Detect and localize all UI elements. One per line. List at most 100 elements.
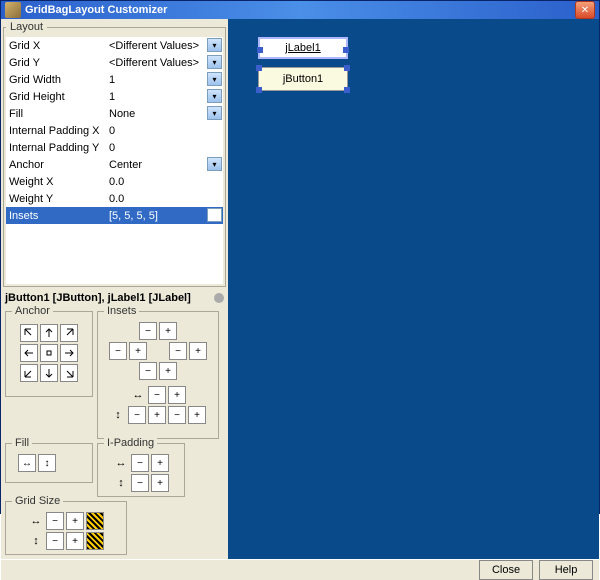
selection-text: jButton1 [JButton], jLabel1 [JLabel] (5, 292, 191, 304)
table-row[interactable]: Internal Padding Y0 (6, 139, 223, 156)
gs-v-plus-button[interactable]: + (66, 532, 84, 550)
app-icon (5, 2, 21, 18)
table-row[interactable]: Grid Y<Different Values>▾ (6, 54, 223, 71)
table-row[interactable]: Weight X0.0 (6, 173, 223, 190)
property-table: Grid X<Different Values>▾Grid Y<Differen… (6, 37, 223, 284)
insets-controls: − + − + − + − + (102, 322, 214, 424)
preview-panel: jLabel1 jButton1 (228, 19, 599, 559)
gs-v-minus-button[interactable]: − (46, 532, 64, 550)
insets-bottom-minus-button[interactable]: − (139, 362, 157, 380)
anchor-nw-button[interactable] (20, 324, 38, 342)
footer: Close Help (1, 559, 599, 580)
ipad-h-minus-button[interactable]: − (131, 454, 149, 472)
gs-v-remainder-button[interactable] (86, 532, 104, 550)
anchor-sw-button[interactable] (20, 364, 38, 382)
fill-horizontal-button[interactable]: ↔ (18, 454, 36, 472)
content: Layout Grid X<Different Values>▾Grid Y<D… (1, 19, 599, 559)
prop-name: Weight X (6, 173, 106, 190)
insets-left-minus-button[interactable]: − (109, 342, 127, 360)
anchor-e-button[interactable] (60, 344, 78, 362)
gridsize-group: Grid Size ↔ − + ↕ − + (5, 501, 127, 555)
prop-value[interactable]: None▾ (106, 105, 223, 122)
table-row[interactable]: AnchorCenter▾ (6, 156, 223, 173)
insets-top-minus-button[interactable]: − (139, 322, 157, 340)
prop-value[interactable]: <Different Values>▾ (106, 54, 223, 71)
gridsize-row2: ↕ − + (28, 532, 104, 550)
ipad-v-minus-button[interactable]: − (131, 474, 149, 492)
insets-bottom-plus-button[interactable]: + (159, 362, 177, 380)
chevron-down-icon[interactable]: ▾ (207, 72, 222, 86)
prop-name: Insets (6, 207, 106, 224)
table-row[interactable]: Grid X<Different Values>▾ (6, 37, 223, 54)
anchor-n-button[interactable] (40, 324, 58, 342)
insets-right-minus-button[interactable]: − (169, 342, 187, 360)
insets-h-minus-button[interactable]: − (148, 386, 166, 404)
prop-value[interactable]: [5, 5, 5, 5]… (106, 207, 223, 224)
chevron-down-icon[interactable]: ▾ (207, 157, 222, 171)
insets-h-plus-button[interactable]: + (168, 386, 186, 404)
table-row[interactable]: Insets[5, 5, 5, 5]… (6, 207, 223, 224)
insets-all-minus-button[interactable]: − (168, 406, 186, 424)
prop-value[interactable]: 0 (106, 122, 223, 139)
chevron-down-icon[interactable]: ▾ (207, 89, 222, 103)
chevron-down-icon[interactable]: ▾ (207, 38, 222, 52)
prop-value[interactable]: <Different Values>▾ (106, 37, 223, 54)
close-icon[interactable]: ✕ (575, 1, 595, 19)
prop-value[interactable]: Center▾ (106, 156, 223, 173)
prop-value[interactable]: 1▾ (106, 88, 223, 105)
controls-area: Anchor Insets (1, 307, 228, 559)
preview-jlabel[interactable]: jLabel1 (258, 37, 348, 59)
titlebar: GridBagLayout Customizer ✕ (1, 1, 599, 19)
table-row[interactable]: Internal Padding X0 (6, 122, 223, 139)
insets-bottom-row: − + (139, 362, 177, 380)
insets-top-plus-button[interactable]: + (159, 322, 177, 340)
fill-vertical-button[interactable]: ↕ (38, 454, 56, 472)
prop-name: Internal Padding X (6, 122, 106, 139)
ipad-varrow-icon: ↕ (113, 476, 129, 490)
preview-jbutton[interactable]: jButton1 (258, 67, 348, 91)
chevron-down-icon[interactable]: ▾ (207, 106, 222, 120)
ipadding-group: I-Padding ↔ − + ↕ − + (97, 443, 185, 497)
gs-h-minus-button[interactable]: − (46, 512, 64, 530)
ipadding-row1: ↔ − + (113, 454, 169, 472)
left-panel: Layout Grid X<Different Values>▾Grid Y<D… (1, 19, 228, 559)
insets-v-minus-button[interactable]: − (128, 406, 146, 424)
chevron-down-icon[interactable]: ▾ (207, 55, 222, 69)
insets-title: Insets (104, 305, 139, 317)
anchor-s-button[interactable] (40, 364, 58, 382)
help-button[interactable]: Help (539, 560, 593, 580)
gs-h-plus-button[interactable]: + (66, 512, 84, 530)
ellipsis-icon[interactable]: … (207, 208, 222, 222)
prop-name: Grid Width (6, 71, 106, 88)
prop-name: Anchor (6, 156, 106, 173)
anchor-ne-button[interactable] (60, 324, 78, 342)
insets-all-plus-button[interactable]: + (188, 406, 206, 424)
prop-value[interactable]: 1▾ (106, 71, 223, 88)
fill-group: Fill ↔ ↕ (5, 443, 93, 483)
insets-right-plus-button[interactable]: + (189, 342, 207, 360)
preview-jlabel-text: jLabel1 (285, 42, 320, 54)
insets-v-plus-button[interactable]: + (148, 406, 166, 424)
prop-name: Internal Padding Y (6, 139, 106, 156)
table-row[interactable]: Weight Y0.0 (6, 190, 223, 207)
table-row[interactable]: Grid Width1▾ (6, 71, 223, 88)
anchor-title: Anchor (12, 305, 53, 317)
close-button[interactable]: Close (479, 560, 533, 580)
insets-left-plus-button[interactable]: + (129, 342, 147, 360)
gs-varrow-icon: ↕ (28, 534, 44, 548)
insets-both-row: ↔ − + (130, 386, 186, 404)
insets-all-row1: ↕ − + − + (110, 406, 206, 424)
anchor-w-button[interactable] (20, 344, 38, 362)
prop-value[interactable]: 0 (106, 139, 223, 156)
prop-value[interactable]: 0.0 (106, 190, 223, 207)
anchor-se-button[interactable] (60, 364, 78, 382)
ipad-h-plus-button[interactable]: + (151, 454, 169, 472)
table-row[interactable]: FillNone▾ (6, 105, 223, 122)
anchor-c-button[interactable] (40, 344, 58, 362)
prop-name: Grid Height (6, 88, 106, 105)
prop-value[interactable]: 0.0 (106, 173, 223, 190)
ipad-v-plus-button[interactable]: + (151, 474, 169, 492)
table-row[interactable]: Grid Height1▾ (6, 88, 223, 105)
gridsize-controls: ↔ − + ↕ − + (10, 512, 122, 550)
gs-h-remainder-button[interactable] (86, 512, 104, 530)
